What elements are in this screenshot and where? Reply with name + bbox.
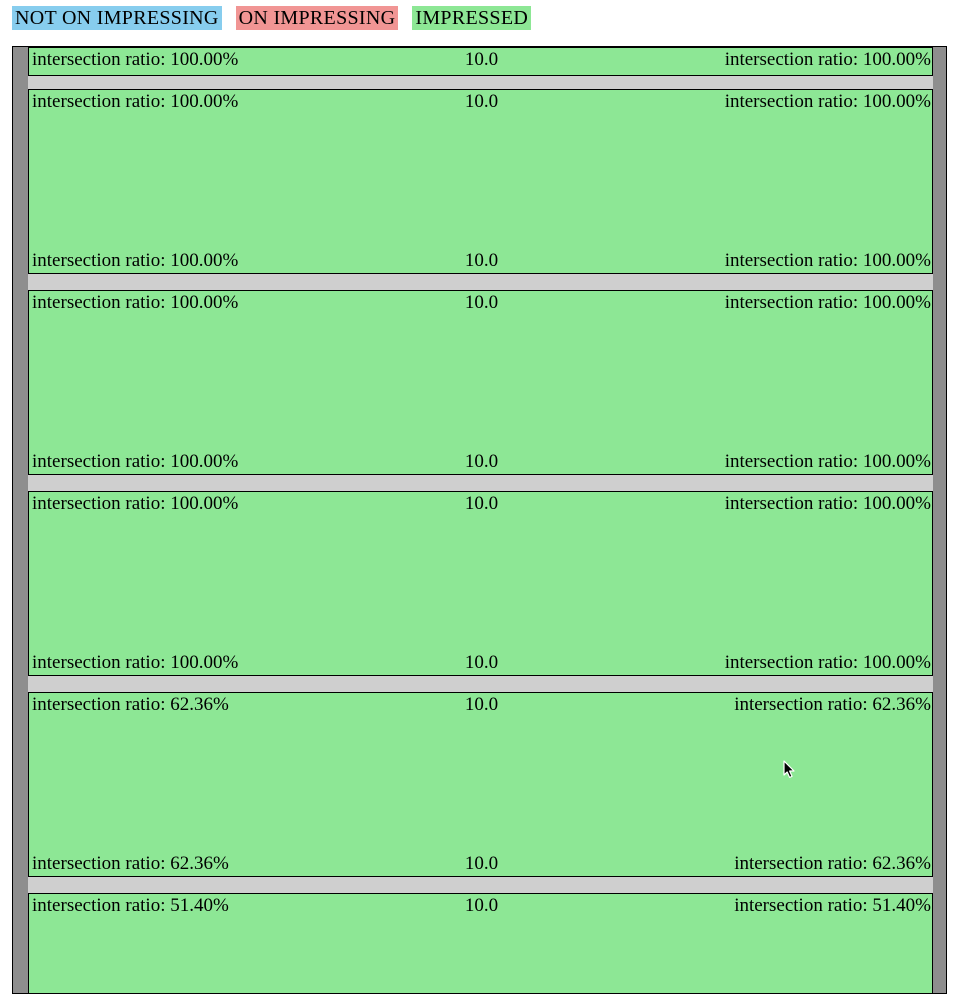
value-center: 10.0 xyxy=(465,652,498,674)
ratio-left: intersection ratio: 100.00% xyxy=(30,49,238,71)
ratio-right: intersection ratio: 62.36% xyxy=(734,694,933,716)
ratio-left: intersection ratio: 100.00% xyxy=(30,652,238,674)
tracked-box: intersection ratio: 62.36% 10.0 intersecti… xyxy=(28,692,933,877)
ratio-left: intersection ratio: 100.00% xyxy=(30,493,238,515)
ratio-right: intersection ratio: 100.00% xyxy=(725,292,933,314)
ratio-right: intersection ratio: 62.36% xyxy=(734,853,933,875)
value-center: 10.0 xyxy=(465,250,498,272)
ratio-right: intersection ratio: 51.40% xyxy=(734,895,933,917)
box-top-row: intersection ratio: 100.00% 10.0 intersect… xyxy=(30,493,933,515)
value-center: 10.0 xyxy=(465,853,498,875)
ratio-right: intersection ratio: 100.00% xyxy=(725,91,933,113)
scroll-frame[interactable]: intersection ratio: 100.00%10.0intersect… xyxy=(12,46,947,994)
ratio-left: intersection ratio: 100.00% xyxy=(30,292,238,314)
box-top-row: intersection ratio: 51.40% 10.0 intersecti… xyxy=(30,895,933,917)
value-center: 10.0 xyxy=(465,91,498,113)
ratio-right: intersection ratio: 100.00% xyxy=(725,493,933,515)
box-bottom-row: intersection ratio: 62.36% 10.0 intersecti… xyxy=(30,853,933,875)
box-bottom-row: intersection ratio: 100.00% 10.0 intersect… xyxy=(30,652,933,674)
tracked-box: intersection ratio: 100.00% 10.0 intersect… xyxy=(28,491,933,676)
box-bottom-row: intersection ratio: 100.00% 10.0 intersect… xyxy=(30,451,933,473)
legend: NOT ON IMPRESSING ON IMPRESSING IMPRESSE… xyxy=(12,6,531,30)
value-center: 10.0 xyxy=(465,895,498,917)
page-root: NOT ON IMPRESSING ON IMPRESSING IMPRESSE… xyxy=(0,0,960,1004)
box-top-row: intersection ratio: 100.00% 10.0 intersect… xyxy=(30,49,933,71)
ratio-right: intersection ratio: 100.00% xyxy=(725,652,933,674)
value-center: 10.0 xyxy=(465,292,498,314)
box-top-row: intersection ratio: 100.00% 10.0 intersect… xyxy=(30,91,933,113)
tracked-box: intersection ratio: 51.40% 10.0 intersecti… xyxy=(28,893,933,994)
ratio-left: intersection ratio: 100.00% xyxy=(30,91,238,113)
tracked-box: intersection ratio: 100.00% 10.0 intersect… xyxy=(28,290,933,475)
scroll-content: intersection ratio: 100.00%10.0intersect… xyxy=(28,47,933,993)
ratio-left: intersection ratio: 62.36% xyxy=(30,853,229,875)
tracked-box: intersection ratio: 100.00% 10.0 intersect… xyxy=(28,89,933,274)
box-top-row: intersection ratio: 62.36% 10.0 intersecti… xyxy=(30,694,933,716)
legend-on-impressing: ON IMPRESSING xyxy=(236,6,399,30)
legend-not-on-impressing: NOT ON IMPRESSING xyxy=(12,6,222,30)
ratio-left: intersection ratio: 51.40% xyxy=(30,895,229,917)
ratio-left: intersection ratio: 100.00% xyxy=(30,250,238,272)
box-top-row: intersection ratio: 100.00% 10.0 intersect… xyxy=(30,292,933,314)
value-center: 10.0 xyxy=(465,694,498,716)
tracked-box: intersection ratio: 100.00% 10.0 intersect… xyxy=(28,47,933,76)
ratio-right: intersection ratio: 100.00% xyxy=(725,49,933,71)
value-center: 10.0 xyxy=(465,451,498,473)
legend-impressed: IMPRESSED xyxy=(412,6,531,30)
ratio-left: intersection ratio: 100.00% xyxy=(30,451,238,473)
value-center: 10.0 xyxy=(465,493,498,515)
ratio-right: intersection ratio: 100.00% xyxy=(725,451,933,473)
ratio-left: intersection ratio: 62.36% xyxy=(30,694,229,716)
ratio-right: intersection ratio: 100.00% xyxy=(725,250,933,272)
box-bottom-row: intersection ratio: 100.00% 10.0 intersect… xyxy=(30,250,933,272)
value-center: 10.0 xyxy=(465,49,498,71)
